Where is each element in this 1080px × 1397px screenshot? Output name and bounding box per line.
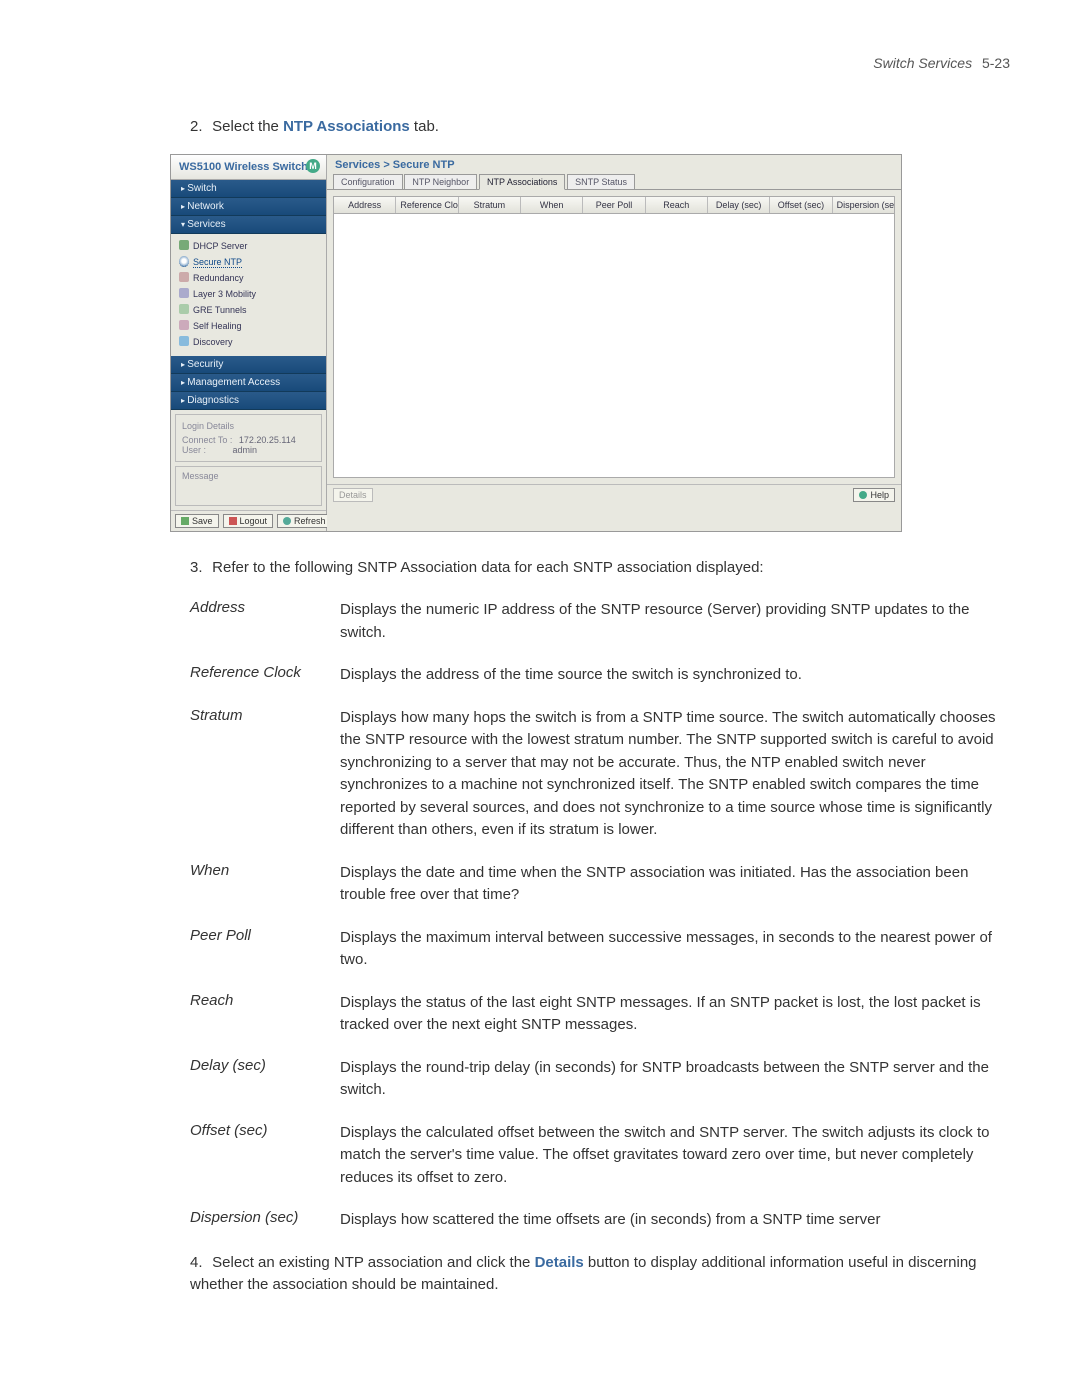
col-delay[interactable]: Delay (sec) xyxy=(708,197,770,213)
tree-dhcp[interactable]: DHCP Server xyxy=(179,238,326,254)
right-panel: Services > Secure NTP Configuration NTP … xyxy=(327,155,901,531)
step-3: 3. Refer to the following SNTP Associati… xyxy=(190,557,1010,580)
def-when: When Displays the date and time when the… xyxy=(190,862,1010,907)
def-delay: Delay (sec) Displays the round-trip dela… xyxy=(190,1057,1010,1102)
left-panel: WS5100 Wireless Switch M Switch Network … xyxy=(171,155,327,531)
product-title: WS5100 Wireless Switch M xyxy=(171,155,326,180)
ntp-associations-link: NTP Associations xyxy=(283,118,410,135)
header-title: Switch Services xyxy=(873,55,972,71)
col-reference-clock[interactable]: Reference Clock xyxy=(396,197,458,213)
tab-ntp-associations[interactable]: NTP Associations xyxy=(479,174,565,190)
tab-sntp-status[interactable]: SNTP Status xyxy=(567,174,635,189)
def-address: Address Displays the numeric IP address … xyxy=(190,599,1010,644)
nav-network[interactable]: Network xyxy=(171,198,326,216)
col-reach[interactable]: Reach xyxy=(646,197,708,213)
details-button[interactable]: Details xyxy=(333,488,373,502)
col-peer-poll[interactable]: Peer Poll xyxy=(583,197,645,213)
tree-redundancy[interactable]: Redundancy xyxy=(179,270,326,286)
breadcrumb: Services > Secure NTP xyxy=(327,155,901,171)
motorola-icon: M xyxy=(306,159,320,173)
step-4: 4. Select an existing NTP association an… xyxy=(190,1252,1010,1297)
def-reach: Reach Displays the status of the last ei… xyxy=(190,992,1010,1037)
save-button[interactable]: Save xyxy=(175,514,219,528)
def-peer-poll: Peer Poll Displays the maximum interval … xyxy=(190,927,1010,972)
nav-switch[interactable]: Switch xyxy=(171,180,326,198)
user-value: admin xyxy=(233,445,258,455)
def-offset: Offset (sec) Displays the calculated off… xyxy=(190,1122,1010,1190)
details-link: Details xyxy=(535,1254,584,1271)
tab-ntp-neighbor[interactable]: NTP Neighbor xyxy=(404,174,477,189)
tabs: Configuration NTP Neighbor NTP Associati… xyxy=(327,173,901,190)
tree-secure-ntp[interactable]: Secure NTP xyxy=(179,254,326,270)
nav-services[interactable]: Services xyxy=(171,216,326,234)
logout-icon xyxy=(229,517,237,525)
tab-configuration[interactable]: Configuration xyxy=(333,174,403,189)
col-offset[interactable]: Offset (sec) xyxy=(770,197,832,213)
refresh-icon xyxy=(283,517,291,525)
col-when[interactable]: When xyxy=(521,197,583,213)
discovery-icon xyxy=(179,336,189,346)
save-icon xyxy=(181,517,189,525)
def-reference-clock: Reference Clock Displays the address of … xyxy=(190,664,1010,687)
col-address[interactable]: Address xyxy=(334,197,396,213)
services-tree: DHCP Server Secure NTP Redundancy Layer … xyxy=(171,234,326,356)
step-2: 2. Select the NTP Associations tab. xyxy=(190,116,1010,139)
table-header: Address Reference Clock Stratum When Pee… xyxy=(334,197,894,214)
nav-diagnostics[interactable]: Diagnostics xyxy=(171,392,326,410)
message-box: Message xyxy=(175,466,322,506)
nav-management-access[interactable]: Management Access xyxy=(171,374,326,392)
logout-button[interactable]: Logout xyxy=(223,514,274,528)
l3-icon xyxy=(179,288,189,298)
redundancy-icon xyxy=(179,272,189,282)
tree-self-healing[interactable]: Self Healing xyxy=(179,318,326,334)
col-stratum[interactable]: Stratum xyxy=(459,197,521,213)
dhcp-icon xyxy=(179,240,189,250)
clock-icon xyxy=(179,256,189,267)
def-dispersion: Dispersion (sec) Displays how scattered … xyxy=(190,1209,1010,1232)
col-dispersion[interactable]: Dispersion (sec) xyxy=(833,197,894,213)
header-pagenum: 5-23 xyxy=(982,55,1010,71)
associations-table[interactable]: Address Reference Clock Stratum When Pee… xyxy=(333,196,895,478)
help-button[interactable]: Help xyxy=(853,488,895,502)
nav-security[interactable]: Security xyxy=(171,356,326,374)
tree-gre[interactable]: GRE Tunnels xyxy=(179,302,326,318)
heal-icon xyxy=(179,320,189,330)
refresh-button[interactable]: Refresh xyxy=(277,514,332,528)
tree-discovery[interactable]: Discovery xyxy=(179,334,326,350)
help-icon xyxy=(859,491,867,499)
login-details: Login Details Connect To : 172.20.25.114… xyxy=(175,414,322,462)
definitions: Address Displays the numeric IP address … xyxy=(190,599,1010,1232)
tree-l3-mobility[interactable]: Layer 3 Mobility xyxy=(179,286,326,302)
connect-value: 172.20.25.114 xyxy=(239,435,296,445)
app-screenshot: WS5100 Wireless Switch M Switch Network … xyxy=(170,154,902,532)
gre-icon xyxy=(179,304,189,314)
def-stratum: Stratum Displays how many hops the switc… xyxy=(190,707,1010,842)
page-header: Switch Services 5-23 xyxy=(70,55,1010,71)
